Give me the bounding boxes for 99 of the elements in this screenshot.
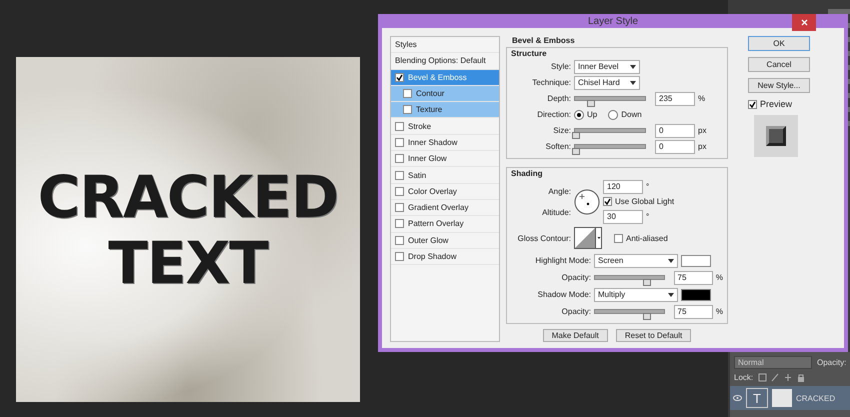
color-swatch[interactable] bbox=[681, 254, 711, 266]
field-label: Gloss Contour: bbox=[516, 234, 571, 242]
style-item[interactable]: Texture bbox=[391, 102, 499, 118]
number-field[interactable]: 75 bbox=[674, 304, 713, 318]
unit-label: ° bbox=[646, 182, 650, 191]
style-item[interactable]: Gradient Overlay bbox=[391, 200, 499, 216]
checkbox[interactable] bbox=[395, 170, 404, 180]
checkbox[interactable] bbox=[395, 154, 404, 164]
field-label: Angle: bbox=[547, 186, 571, 196]
number-field[interactable]: 235 bbox=[655, 92, 695, 106]
checkbox[interactable] bbox=[395, 186, 404, 196]
style-item[interactable]: Contour bbox=[391, 86, 499, 102]
style-item[interactable]: Pattern Overlay bbox=[391, 216, 499, 233]
eye-icon[interactable] bbox=[733, 395, 742, 401]
field-label: Technique: bbox=[531, 78, 571, 87]
radio-button[interactable] bbox=[608, 110, 618, 120]
radio-button[interactable] bbox=[574, 110, 584, 120]
cracked-title-text: CRACKED bbox=[38, 168, 338, 226]
checkbox-label: Use Global Light bbox=[615, 197, 674, 206]
style-item[interactable]: Drop Shadow bbox=[391, 248, 499, 266]
dialog-button[interactable]: OK bbox=[748, 36, 810, 51]
unit-label: % bbox=[698, 94, 706, 103]
unit-label: px bbox=[698, 142, 706, 151]
checkbox[interactable] bbox=[395, 72, 404, 82]
number-field[interactable]: 30 bbox=[603, 210, 643, 224]
caret-icon bbox=[630, 64, 636, 68]
field-label: Direction: bbox=[536, 110, 571, 119]
field-label: Opacity: bbox=[560, 307, 591, 316]
slider-thumb[interactable] bbox=[587, 100, 596, 107]
slider-thumb[interactable] bbox=[643, 279, 652, 286]
list-header: Styles bbox=[391, 37, 499, 54]
field-label: Depth: bbox=[546, 94, 571, 103]
number-field[interactable]: 0 bbox=[655, 140, 695, 154]
checkbox[interactable] bbox=[395, 219, 404, 228]
checkbox[interactable] bbox=[395, 138, 404, 147]
angle-dial[interactable] bbox=[574, 188, 600, 214]
field-label: Highlight Mode: bbox=[534, 256, 591, 265]
opacity-label: Opacity: bbox=[817, 358, 846, 367]
field-label: Size: bbox=[552, 126, 571, 135]
lock-label: Lock: bbox=[734, 373, 754, 382]
field-label: Soften: bbox=[544, 142, 571, 151]
slider-thumb[interactable] bbox=[572, 132, 580, 139]
slider-thumb[interactable] bbox=[643, 313, 652, 320]
layer-thumbnail bbox=[772, 389, 792, 407]
layer-row[interactable]: T CRACKED bbox=[730, 386, 850, 410]
number-field[interactable]: 75 bbox=[674, 270, 713, 284]
close-button[interactable] bbox=[792, 14, 816, 31]
caret-icon bbox=[668, 258, 674, 262]
checkbox[interactable] bbox=[748, 100, 757, 108]
dialog-button[interactable]: New Style... bbox=[748, 78, 810, 93]
style-item[interactable]: Color Overlay bbox=[391, 184, 499, 200]
unit-label: % bbox=[716, 273, 723, 282]
style-item[interactable]: Inner Shadow bbox=[391, 134, 499, 152]
field-label: Style: bbox=[550, 62, 571, 71]
unit-label: ° bbox=[646, 212, 650, 221]
group-title: Structure bbox=[511, 49, 548, 58]
dropdown[interactable]: Multiply bbox=[594, 288, 678, 302]
checkbox[interactable] bbox=[395, 236, 404, 245]
caret-icon bbox=[630, 80, 636, 84]
number-field[interactable]: 120 bbox=[603, 180, 643, 194]
radio-label: Up bbox=[587, 110, 598, 119]
checkbox[interactable] bbox=[603, 197, 612, 206]
dialog-button[interactable]: Cancel bbox=[748, 57, 810, 72]
number-field[interactable]: 0 bbox=[655, 124, 695, 138]
checkbox[interactable] bbox=[395, 252, 404, 261]
checkbox-label: Anti-aliased bbox=[626, 234, 668, 242]
field-label: Altitude: bbox=[541, 208, 571, 216]
radio-label: Down bbox=[621, 110, 642, 119]
dropdown[interactable]: Chisel Hard bbox=[574, 76, 640, 90]
group-title: Shading bbox=[511, 169, 544, 178]
close-icon bbox=[800, 19, 808, 26]
window-title: Layer Style bbox=[588, 16, 638, 26]
checkbox-label: Preview bbox=[760, 99, 792, 109]
dialog-button[interactable]: Reset to Default bbox=[616, 329, 692, 342]
unit-label: px bbox=[698, 126, 706, 135]
style-item[interactable]: Inner Glow bbox=[391, 151, 499, 168]
text-layer-thumbnail: T bbox=[746, 388, 768, 408]
section-title: Bevel & Emboss bbox=[511, 36, 576, 45]
cracked-title-text: TEXT bbox=[108, 234, 268, 292]
bevel-square-icon bbox=[766, 126, 786, 146]
contour-picker[interactable] bbox=[574, 227, 602, 249]
dropdown[interactable]: Inner Bevel bbox=[574, 60, 640, 74]
style-item[interactable]: Stroke bbox=[391, 118, 499, 135]
caret-icon bbox=[668, 292, 674, 296]
layer-name: CRACKED bbox=[796, 394, 836, 402]
slider-thumb[interactable] bbox=[572, 148, 580, 155]
checkbox[interactable] bbox=[395, 203, 404, 212]
style-item[interactable]: Outer Glow bbox=[391, 232, 499, 249]
dropdown[interactable]: Screen bbox=[594, 254, 678, 268]
field-label: Shadow Mode: bbox=[536, 290, 591, 299]
checkbox[interactable] bbox=[395, 122, 404, 131]
color-swatch[interactable] bbox=[681, 288, 711, 300]
unit-label: % bbox=[716, 307, 723, 316]
checkbox[interactable] bbox=[403, 105, 412, 114]
field-label: Opacity: bbox=[560, 273, 591, 282]
dialog-button[interactable]: Make Default bbox=[542, 329, 608, 342]
checkbox[interactable] bbox=[403, 89, 412, 98]
checkbox[interactable] bbox=[614, 234, 623, 242]
style-item[interactable]: Satin bbox=[391, 167, 499, 184]
